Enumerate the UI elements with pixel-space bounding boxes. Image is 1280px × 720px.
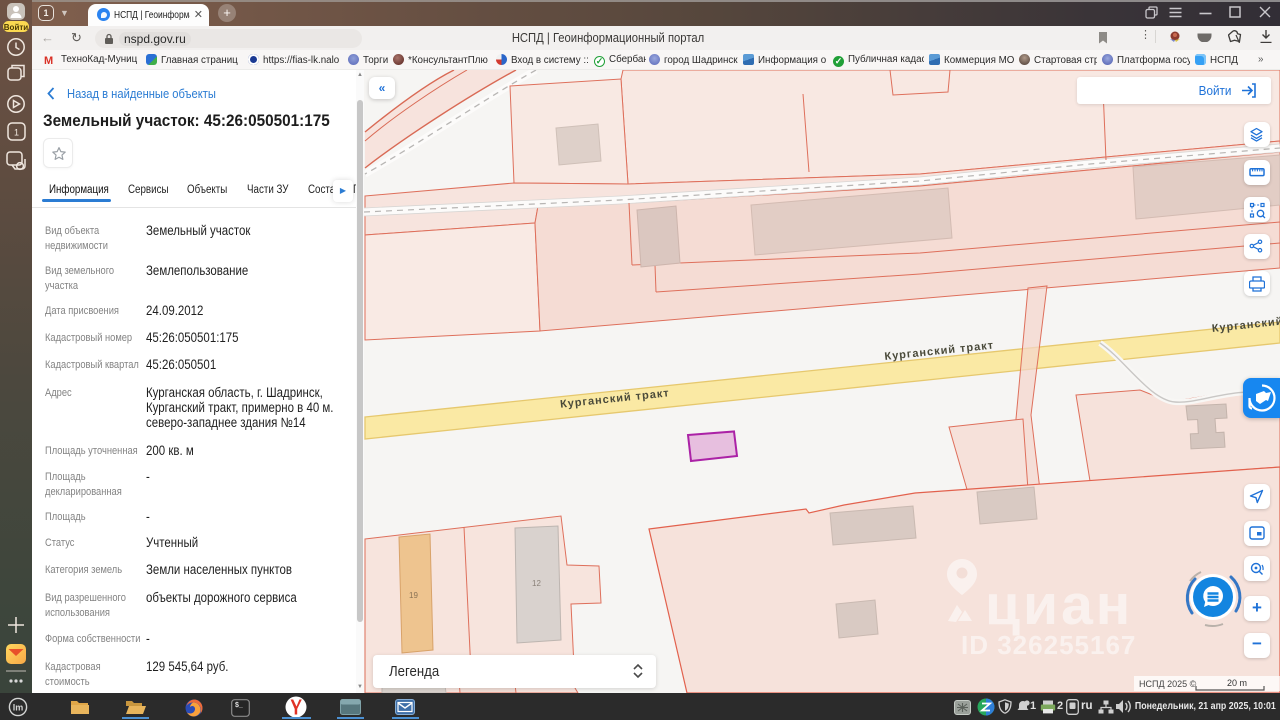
svg-text:lm: lm — [13, 703, 24, 713]
svg-text:1: 1 — [14, 128, 19, 138]
svg-text:$_: $_ — [235, 702, 243, 709]
svg-text:12: 12 — [532, 579, 541, 588]
svg-text:Войти: Войти — [4, 23, 29, 32]
svg-text:19: 19 — [409, 591, 418, 600]
svg-text:циан: циан — [985, 573, 1133, 637]
svg-text:ID 326255167: ID 326255167 — [961, 630, 1136, 660]
